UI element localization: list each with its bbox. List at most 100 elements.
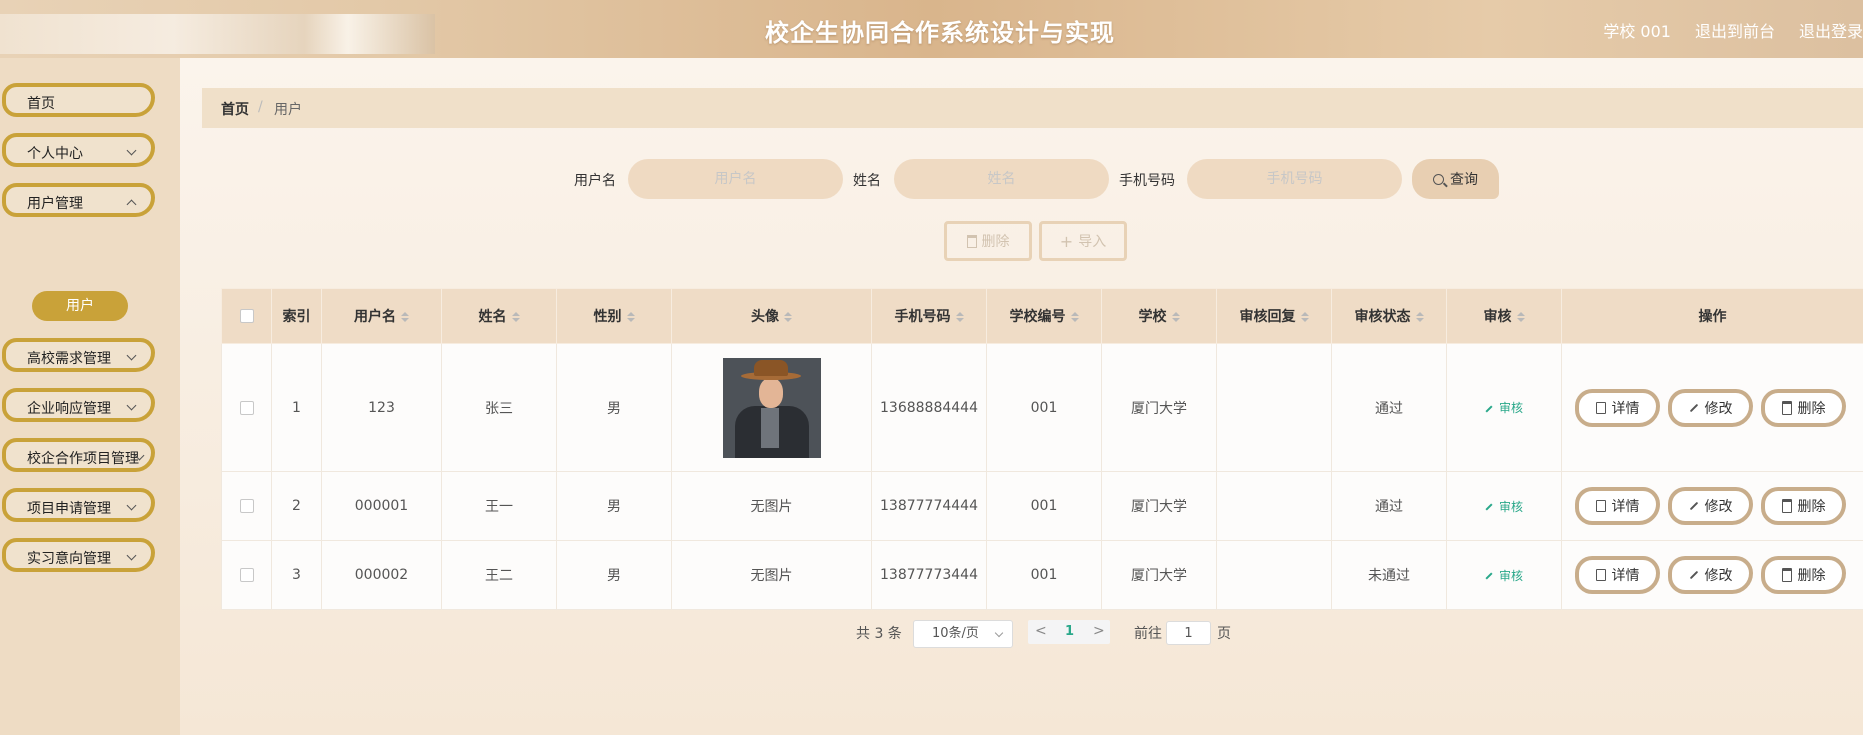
- column-header-audit[interactable]: 审核: [1446, 288, 1562, 344]
- audit-label: 审核: [1498, 568, 1523, 583]
- cell-operation: 详情 修改 删除: [1561, 343, 1863, 472]
- cell-name: 张三: [441, 343, 557, 472]
- column-header-phone[interactable]: 手机号码: [871, 288, 987, 344]
- column-header-label: 审核: [1483, 309, 1512, 325]
- column-header-username[interactable]: 用户名: [321, 288, 442, 344]
- detail-button[interactable]: 详情: [1575, 556, 1660, 594]
- sidebar-item-label: 用户管理: [27, 196, 83, 212]
- column-header-reply[interactable]: 审核回复: [1216, 288, 1332, 344]
- row-checkbox[interactable]: [239, 499, 254, 513]
- column-header-gender[interactable]: 性别: [556, 288, 672, 344]
- select-all-cell[interactable]: [221, 288, 272, 344]
- edit-pen-icon: [1689, 570, 1698, 580]
- breadcrumb-home[interactable]: 首页: [221, 99, 249, 119]
- column-header-status[interactable]: 审核状态: [1331, 288, 1447, 344]
- plus-icon: +: [1059, 231, 1074, 251]
- sort-icon[interactable]: [626, 312, 635, 322]
- current-page[interactable]: 1: [1065, 624, 1074, 639]
- table-row: 2 000001 王一 男 无图片 13877774444 001 厦门大学 通…: [221, 471, 1863, 541]
- page-size-select[interactable]: 10条/页: [913, 620, 1013, 648]
- sidebar: 首页 个人中心 用户管理 用户 高校需求管理 企业响应管理 校企合作项目管理 项…: [0, 58, 180, 735]
- exit-to-front-link[interactable]: 退出到前台: [1695, 18, 1775, 42]
- sidebar-item-cooperation-project[interactable]: 校企合作项目管理: [2, 438, 155, 472]
- breadcrumb-current: 用户: [274, 102, 302, 118]
- column-header-avatar[interactable]: 头像: [671, 288, 872, 344]
- sidebar-item-label: 高校需求管理: [27, 351, 111, 367]
- edit-button[interactable]: 修改: [1668, 487, 1753, 525]
- sidebar-item-user-management[interactable]: 用户管理: [2, 183, 155, 217]
- sort-icon[interactable]: [1300, 312, 1309, 322]
- audit-link[interactable]: 审核: [1485, 500, 1523, 514]
- edit-pen-icon: [1485, 503, 1493, 511]
- sort-icon[interactable]: [1516, 312, 1525, 322]
- sort-icon[interactable]: [955, 312, 964, 322]
- cell-index: 3: [271, 540, 322, 610]
- phone-search-input[interactable]: [1187, 159, 1402, 199]
- audit-label: 审核: [1498, 499, 1523, 514]
- delete-button[interactable]: 删除: [1761, 556, 1846, 594]
- sidebar-item-internship-intention[interactable]: 实习意向管理: [2, 538, 155, 572]
- column-header-operation: 操作: [1561, 288, 1863, 344]
- audit-link[interactable]: 审核: [1485, 569, 1523, 583]
- sidebar-subitem-users[interactable]: 用户: [32, 291, 128, 321]
- delete-label: 删除: [1797, 400, 1826, 417]
- edit-pen-icon: [1689, 501, 1698, 511]
- detail-button[interactable]: 详情: [1575, 487, 1660, 525]
- batch-delete-button[interactable]: 删除: [944, 221, 1032, 261]
- detail-button[interactable]: 详情: [1575, 388, 1660, 427]
- sidebar-item-label: 企业响应管理: [27, 401, 111, 417]
- sidebar-item-enterprise-response[interactable]: 企业响应管理: [2, 388, 155, 422]
- table-header-row: 索引 用户名 姓名 性别 头像 手机号码 学校编号 学校 审核回复 审核状态 审…: [221, 288, 1863, 344]
- row-checkbox[interactable]: [239, 568, 254, 582]
- cell-school-no: 001: [986, 471, 1102, 541]
- document-icon: [1595, 401, 1606, 414]
- page-suffix: 页: [1217, 626, 1231, 642]
- column-header-school-no[interactable]: 学校编号: [986, 288, 1102, 344]
- sidebar-item-label: 实习意向管理: [27, 551, 111, 567]
- sidebar-item-personal-center[interactable]: 个人中心: [2, 133, 155, 167]
- cell-username: 000001: [321, 471, 442, 541]
- cell-reply: [1216, 540, 1332, 610]
- column-header-label: 审核回复: [1239, 309, 1296, 325]
- sort-icon[interactable]: [401, 312, 409, 322]
- batch-delete-label: 删除: [981, 234, 1010, 250]
- delete-button[interactable]: 删除: [1761, 487, 1846, 525]
- query-button[interactable]: 查询: [1412, 159, 1499, 199]
- avatar-image[interactable]: [722, 357, 821, 458]
- main-content: 首页 / 用户 用户名 姓名 手机号码 查询 删除 + 导入 索引 用户名: [180, 58, 1863, 735]
- sidebar-item-project-application[interactable]: 项目申请管理: [2, 488, 155, 522]
- cell-status: 通过: [1331, 471, 1447, 541]
- column-header-label: 用户名: [354, 309, 396, 325]
- sidebar-item-home[interactable]: 首页: [2, 83, 155, 117]
- sidebar-item-university-demand[interactable]: 高校需求管理: [2, 338, 155, 372]
- column-header-school[interactable]: 学校: [1101, 288, 1217, 344]
- sort-icon[interactable]: [784, 312, 792, 322]
- prev-page-button[interactable]: <: [1035, 623, 1047, 639]
- sort-icon[interactable]: [1415, 312, 1424, 322]
- select-all-checkbox[interactable]: [239, 309, 254, 323]
- sort-icon[interactable]: [511, 312, 520, 322]
- sidebar-item-label: 校企合作项目管理: [27, 451, 139, 467]
- name-search-input[interactable]: [894, 159, 1109, 199]
- edit-pen-icon: [1689, 403, 1698, 412]
- top-header: 校企生协同合作系统设计与实现 学校 001 退出到前台 退出登录: [0, 0, 1863, 58]
- next-page-button[interactable]: >: [1093, 623, 1105, 639]
- sort-icon[interactable]: [1171, 312, 1180, 322]
- edit-button[interactable]: 修改: [1668, 388, 1753, 427]
- cell-audit: 审核: [1446, 471, 1562, 541]
- goto-page-input[interactable]: [1166, 621, 1211, 645]
- username-search-input[interactable]: [628, 159, 843, 199]
- column-header-label: 学校: [1138, 309, 1167, 325]
- logout-link[interactable]: 退出登录: [1799, 18, 1863, 42]
- edit-button[interactable]: 修改: [1668, 556, 1753, 594]
- column-header-name[interactable]: 姓名: [441, 288, 557, 344]
- column-header-label: 手机号码: [894, 309, 951, 325]
- sort-icon[interactable]: [1070, 312, 1079, 322]
- cell-status: 未通过: [1331, 540, 1447, 610]
- phone-search-label: 手机号码: [1119, 173, 1175, 189]
- row-checkbox[interactable]: [239, 400, 254, 415]
- import-button[interactable]: + 导入: [1039, 221, 1127, 261]
- audit-link[interactable]: 审核: [1485, 401, 1523, 415]
- name-search-label: 姓名: [853, 173, 881, 189]
- delete-button[interactable]: 删除: [1761, 388, 1846, 427]
